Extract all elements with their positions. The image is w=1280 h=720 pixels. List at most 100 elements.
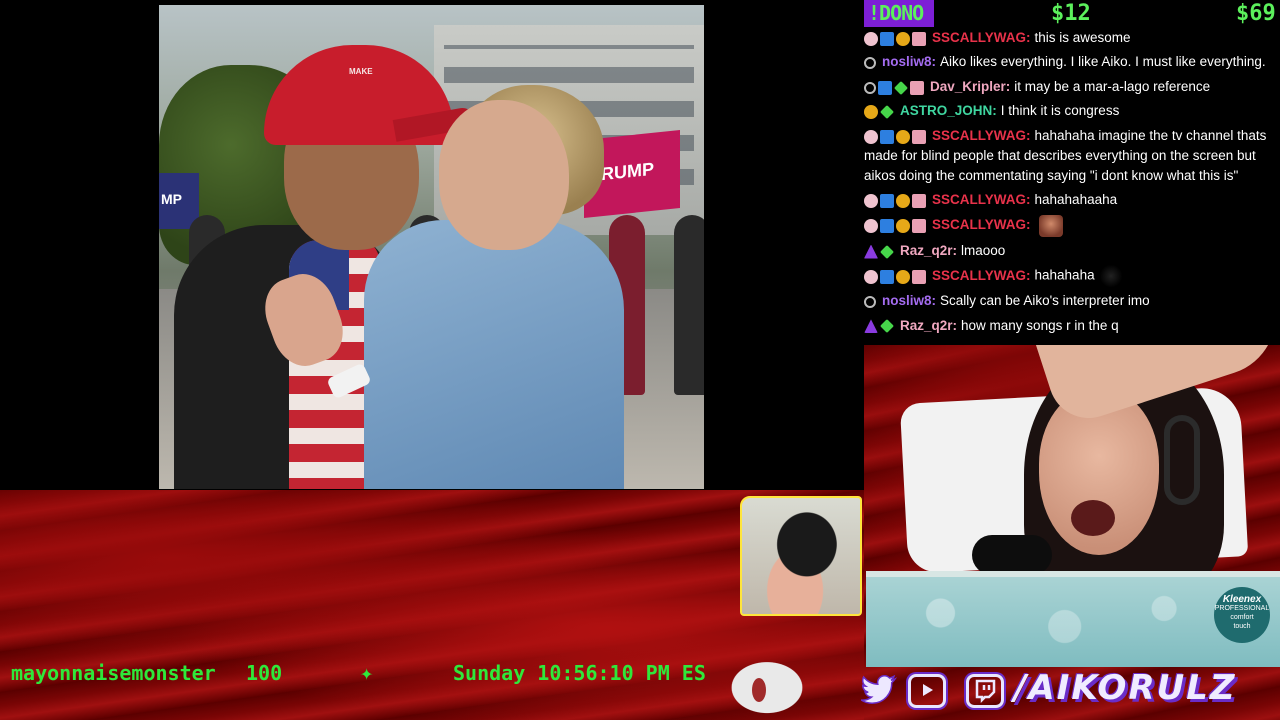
chat-message: nosliw8: Scally can be Aiko's interpreter… [864,289,1272,313]
sub-badge-icon [864,219,878,234]
chat-badges [864,216,928,236]
chat-badges [864,77,926,97]
chat-message: Dav_Kripler: it may be a mar-a-lago refer… [864,75,1272,99]
chat-username[interactable]: SSCALLYWAG: [932,192,1031,207]
blue-badge-icon [880,129,894,144]
ticker-clock: Sunday 10:56:10 PM ES [453,661,706,685]
webcam-mouth [1071,500,1115,536]
social-handle[interactable]: /AIKORULZ [1014,668,1237,708]
chat-username[interactable]: SSCALLYWAG: [932,30,1031,45]
youtube-icon[interactable] [908,674,946,708]
webcam-microphone [972,535,1052,575]
dono-amount-1: $12 [1051,1,1091,26]
chat-message: SSCALLYWAG: [864,213,1272,239]
user-badge-icon [864,81,876,94]
video-sign-left-text: MP [161,191,182,207]
chat-username[interactable]: Raz_q2r: [900,318,957,333]
purple-badge-icon [864,244,878,259]
kleenex-brand: Kleenex [1222,594,1262,605]
cat-image [740,496,862,616]
chat-message: nosliw8: Aiko likes everything. I like Ai… [864,50,1272,74]
video-bystander [674,215,704,395]
social-bar: /AIKORULZ [856,668,1280,720]
chat-badges [864,316,896,336]
face-emote-icon [1038,214,1063,237]
dono-command-text: !DONO [868,1,924,25]
user-badge-icon [864,57,876,70]
video-cap-text: MAKE [349,67,373,76]
chat-username[interactable]: nosliw8: [882,54,936,69]
green-badge-icon [880,244,894,259]
gift-badge-icon [912,194,926,209]
sub-badge-icon [864,269,878,284]
gift-badge-icon [910,80,924,95]
twitch-glyph-icon [975,679,996,704]
chat-message: SSCALLYWAG: hahahahaaha [864,188,1272,212]
gold-badge-icon [896,219,910,234]
chat-text: Scally can be Aiko's interpreter imo [940,293,1150,309]
chat-message: Raz_q2r: lmaooo [864,239,1272,263]
video-player[interactable]: MP TRUMP MAKE [159,5,704,489]
blue-badge-icon [880,219,894,234]
chat-username[interactable]: ASTRO_JOHN: [900,103,997,118]
ticker-username: mayonnaisemonster [11,661,216,685]
twitter-icon[interactable] [858,674,898,708]
gift-badge-icon [912,219,926,234]
gift-badge-icon [912,31,926,46]
chat-message: SSCALLYWAG: hahahaha [864,263,1272,289]
kleenex-line1: PROFESSIONAL [1214,605,1270,612]
purple-badge-icon [864,319,878,334]
chat-text: this is awesome [1034,30,1131,45]
chat-username[interactable]: Dav_Kripler: [930,79,1010,94]
gold-badge-icon [896,129,910,144]
ticker-star-icon: ✦ [360,661,374,686]
chat-badges [864,292,878,312]
sub-badge-icon [864,129,878,144]
gold-badge-icon [896,31,910,46]
chat-messages: SSCALLYWAG: this is awesome nosliw8: Aiko l… [864,26,1272,338]
chat-username[interactable]: SSCALLYWAG: [932,268,1031,283]
chat-text: lmaooo [961,242,1006,258]
chat-username[interactable]: SSCALLYWAG: [932,217,1031,232]
green-badge-icon [894,80,908,95]
green-badge-icon [880,319,894,334]
blue-badge-icon [880,194,894,209]
chat-badges [864,53,878,73]
chat-message: Raz_q2r: how many songs r in the q [864,314,1272,338]
webcam-feed: Kleenex PROFESSIONAL comfort touch [864,345,1280,667]
kleenex-line2: comfort [1230,614,1254,621]
chat-badges [864,266,928,286]
kleenex-logo: Kleenex PROFESSIONAL comfort touch [1214,587,1270,643]
green-badge-icon [880,105,894,120]
gold-badge-icon [896,194,910,209]
twitter-icon-svg [858,674,898,704]
dono-command: !DONO [864,0,934,27]
chat-username[interactable]: Raz_q2r: [900,243,957,258]
video-woman-jacket [364,220,624,489]
bottom-ticker: mayonnaisemonster 100 ✦ Sunday 10:56:10 … [0,658,864,688]
video-red-cap: MAKE [264,45,454,145]
webcam-headset [1164,415,1200,505]
chat-username[interactable]: nosliw8: [882,293,936,308]
blue-badge-icon [880,269,894,284]
chat-text: it may be a mar-a-lago reference [1014,78,1211,94]
blue-badge-icon [878,80,892,95]
tissue-box: Kleenex PROFESSIONAL comfort touch [866,571,1280,667]
sub-badge-icon [864,31,878,46]
chat-message: SSCALLYWAG: hahahaha imagine the tv chann… [864,124,1272,188]
avatar-badge-icon [864,105,878,120]
video-woman-head [439,100,569,250]
chat-message: ASTRO_JOHN: I think it is congress [864,99,1272,123]
chat-badges [864,28,928,48]
blue-badge-icon [880,31,894,46]
dono-amount-2: $69 [1236,1,1276,26]
chat-badges [864,241,896,261]
chat-badges [864,126,928,146]
cat-emote-icon [1098,265,1123,288]
chat-message: SSCALLYWAG: this is awesome [864,26,1272,50]
chat-text: how many songs r in the q [961,317,1119,333]
gift-badge-icon [912,129,926,144]
twitch-icon[interactable] [966,674,1004,708]
chat-username[interactable]: SSCALLYWAG: [932,128,1031,143]
sub-badge-icon [864,194,878,209]
